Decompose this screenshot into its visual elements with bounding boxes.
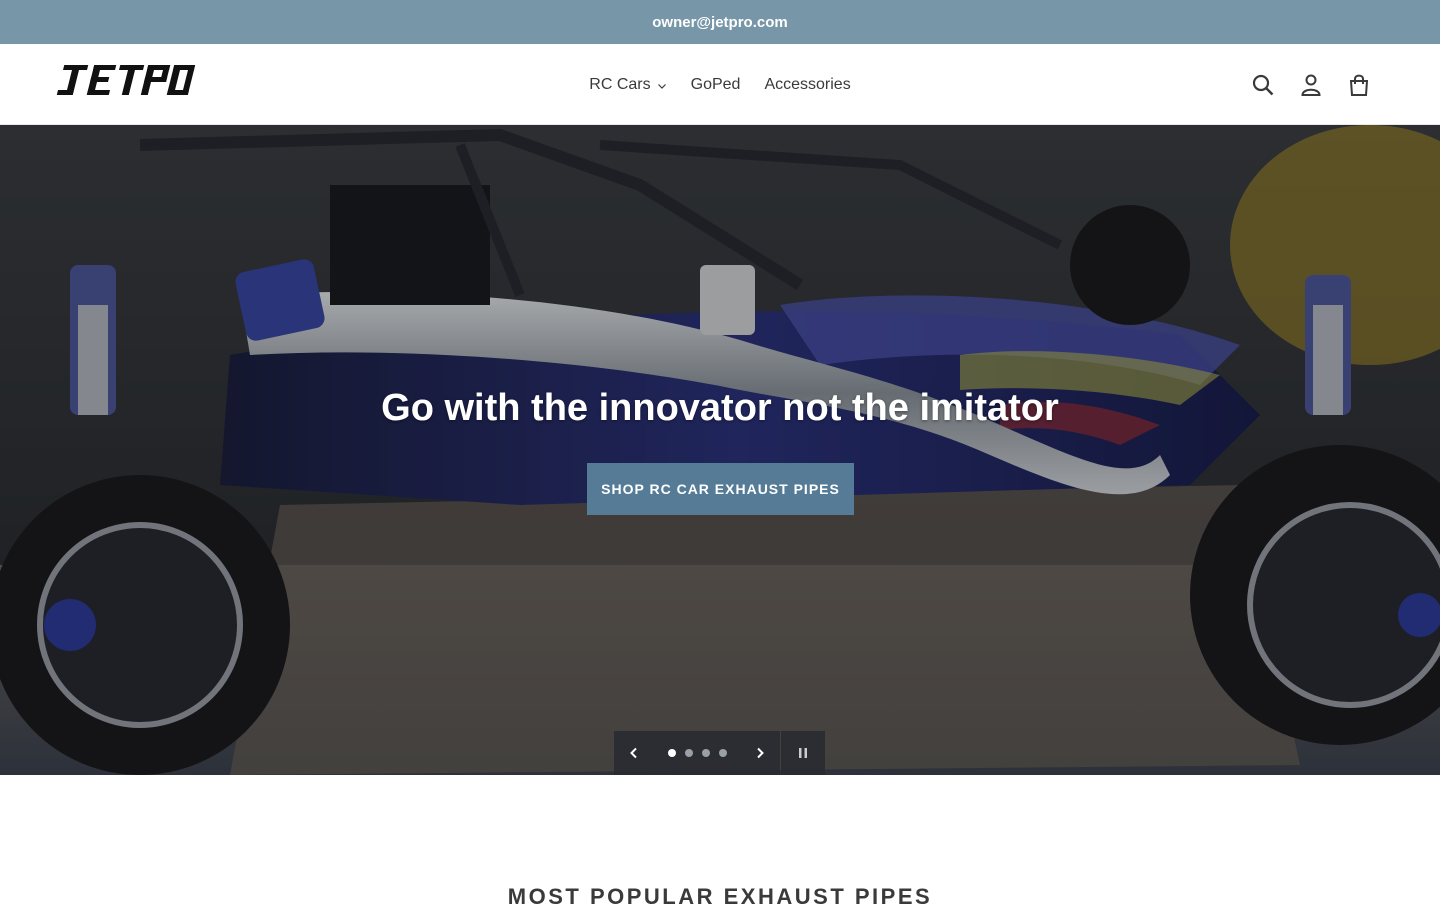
nav-item-label: RC Cars xyxy=(589,75,651,93)
account-icon[interactable] xyxy=(1298,72,1324,98)
search-icon[interactable] xyxy=(1250,72,1276,98)
shop-exhaust-pipes-button[interactable]: SHOP RC CAR EXHAUST PIPES xyxy=(587,463,854,515)
main-nav: RC Cars GoPed Accessories xyxy=(0,44,1440,125)
pause-slideshow-button[interactable] xyxy=(781,731,825,775)
jetpro-logo[interactable] xyxy=(55,62,207,100)
slideshow-controls xyxy=(614,731,825,775)
nav-item-rc-cars[interactable]: RC Cars xyxy=(589,76,666,94)
announcement-bar: owner@jetpro.com xyxy=(0,0,1440,44)
slide-dot[interactable] xyxy=(684,749,693,757)
nav-item-goped[interactable]: GoPed xyxy=(691,76,741,94)
slide-dot[interactable] xyxy=(718,749,727,757)
nav-item-label: GoPed xyxy=(690,75,741,93)
announcement-email-link[interactable]: owner@jetpro.com xyxy=(652,14,787,31)
site-header: RC Cars GoPed Accessories xyxy=(0,44,1440,125)
next-slide-button[interactable] xyxy=(752,745,768,761)
previous-slide-button[interactable] xyxy=(626,745,642,761)
pause-icon xyxy=(799,748,807,758)
chevron-right-icon xyxy=(757,747,764,759)
section-title-popular-pipes: MOST POPULAR EXHAUST PIPES xyxy=(507,884,933,909)
chevron-down-icon xyxy=(657,83,666,89)
chevron-left-icon xyxy=(630,747,637,759)
hero-slideshow: Go with the innovator not the imitator S… xyxy=(0,125,1440,775)
slide-dot[interactable] xyxy=(667,749,676,757)
slide-dot[interactable] xyxy=(701,749,710,757)
hero-title: Go with the innovator not the imitator xyxy=(381,387,1059,429)
cart-icon[interactable] xyxy=(1346,72,1372,98)
header-icons xyxy=(1250,72,1372,98)
slideshow-nav xyxy=(614,731,780,775)
slide-dots xyxy=(667,749,727,757)
nav-item-label: Accessories xyxy=(764,75,851,93)
nav-item-accessories[interactable]: Accessories xyxy=(764,76,850,94)
hero-overlay xyxy=(0,125,1440,775)
